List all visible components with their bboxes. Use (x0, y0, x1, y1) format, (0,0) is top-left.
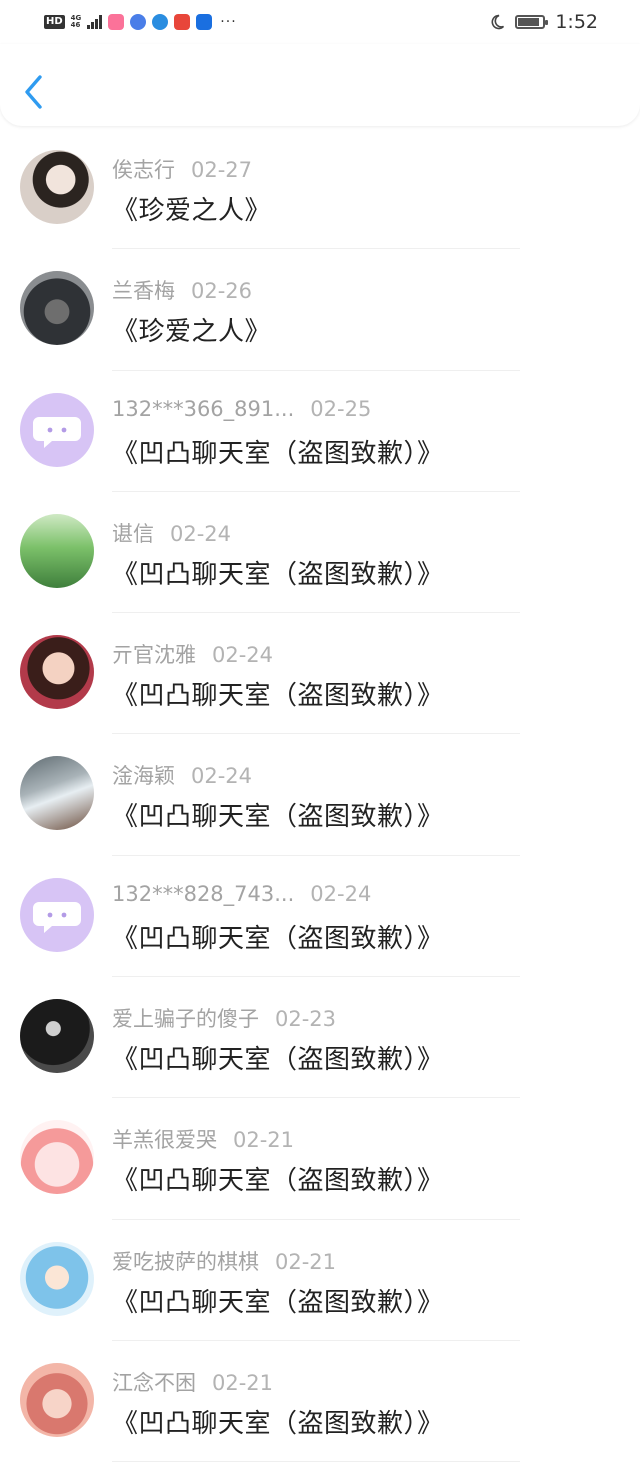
item-title: 《凹凸聊天室（盗图致歉）》 (112, 1408, 444, 1439)
list-item-3[interactable]: 132***366_891... 02-25 《凹凸聊天室（盗图致歉）》 (0, 371, 640, 492)
avatar[interactable] (20, 999, 94, 1074)
user-name: 俟志行 (112, 158, 175, 182)
item-meta: 亓官沈雅 02-24 (112, 639, 273, 669)
item-meta: 132***366_891... 02-25 (112, 397, 371, 421)
item-meta: 江念不困 02-21 (112, 1367, 273, 1397)
list-item-5[interactable]: 亓官沈雅 02-24 《凹凸聊天室（盗图致歉）》 (0, 613, 640, 735)
item-meta: 谌信 02-24 (112, 518, 231, 548)
avatar[interactable] (20, 756, 94, 831)
user-name: 爱上骗子的傻子 (112, 1007, 259, 1032)
item-date: 02-21 (233, 1128, 295, 1153)
status-time: 1:52 (555, 11, 598, 33)
avatar[interactable] (20, 1362, 94, 1437)
item-meta: 俟志行 02-27 (112, 154, 252, 184)
item-date: 02-24 (310, 881, 372, 906)
user-name: 兰香梅 (112, 279, 175, 304)
battery-icon (515, 15, 549, 29)
item-meta: 羊羔很爱哭 02-21 (112, 1124, 294, 1154)
list-item-2[interactable]: 兰香梅 02-26 《珍爱之人》 (0, 249, 640, 371)
user-name: 江念不困 (112, 1370, 196, 1395)
default-avatar-icon[interactable] (20, 877, 94, 952)
avatar[interactable] (20, 150, 94, 224)
item-date: 02-24 (212, 643, 274, 668)
status-bar-right: 1:52 (489, 11, 598, 33)
do-not-disturb-icon (491, 14, 505, 30)
list-item-1[interactable]: 俟志行 02-27 《珍爱之人》 (0, 128, 640, 250)
item-date: 02-25 (310, 396, 372, 421)
user-name: 谌信 (112, 521, 154, 546)
list-item-9[interactable]: 羊羔很爱哭 02-21 《凹凸聊天室（盗图致歉）》 (0, 1098, 640, 1220)
list-item-11[interactable]: 江念不困 02-21 《凹凸聊天室（盗图致歉）》 (0, 1341, 640, 1462)
item-date: 02-23 (275, 1007, 337, 1032)
item-meta: 爱上骗子的傻子 02-23 (112, 1003, 336, 1033)
list-item-6[interactable]: 淦海颖 02-24 《凹凸聊天室（盗图致歉）》 (0, 734, 640, 856)
item-date: 02-24 (170, 521, 232, 546)
chevron-left-icon[interactable] (20, 72, 50, 112)
list-item-10[interactable]: 爱吃披萨的棋棋 02-21 《凹凸聊天室（盗图致歉）》 (0, 1220, 640, 1341)
avatar[interactable] (20, 635, 94, 710)
music-app-icon (130, 14, 147, 30)
item-meta: 爱吃披萨的棋棋 02-21 (112, 1246, 336, 1276)
user-name: 亓官沈雅 (112, 643, 196, 668)
message-list: 俟志行 02-27 《珍爱之人》 兰香梅 02-26 《珍爱之人》 132***36… (0, 128, 640, 1462)
item-title: 《珍爱之人》 (112, 317, 272, 348)
item-date: 02-21 (275, 1249, 337, 1274)
more-notifications-icon: ··· (220, 14, 237, 30)
item-date: 02-27 (191, 158, 253, 182)
tips-app-icon (196, 14, 213, 30)
default-avatar-icon[interactable] (20, 392, 94, 467)
network-type: 4G 46 (71, 15, 82, 29)
item-date: 02-24 (191, 764, 253, 789)
item-title: 《凹凸聊天室（盗图致歉）》 (112, 681, 444, 712)
network-sub-label: 46 (70, 21, 81, 29)
list-item-7[interactable]: 132***828_743... 02-24 《凹凸聊天室（盗图致歉）》 (0, 856, 640, 978)
item-title: 《凹凸聊天室（盗图致歉）》 (112, 923, 444, 954)
bilibili-app-icon (108, 14, 125, 30)
item-date: 02-21 (212, 1370, 274, 1395)
item-title: 《凹凸聊天室（盗图致歉）》 (112, 1166, 444, 1197)
avatar[interactable] (20, 1241, 94, 1316)
user-name: 爱吃披萨的棋棋 (112, 1249, 259, 1274)
status-bar: HD 4G 46 ··· 1:52 (0, 0, 640, 44)
item-meta: 兰香梅 02-26 (112, 275, 252, 305)
avatar[interactable] (20, 271, 94, 346)
user-name: 132***828_743... (112, 881, 295, 906)
item-title: 《凹凸聊天室（盗图致歉）》 (112, 438, 444, 469)
user-name: 羊羔很爱哭 (112, 1128, 217, 1153)
item-title: 《凹凸聊天室（盗图致歉）》 (112, 559, 444, 590)
status-bar-left: HD 4G 46 ··· (44, 14, 237, 30)
signal-icon (87, 15, 103, 29)
user-name: 132***366_891... (112, 396, 295, 421)
list-item-8[interactable]: 爱上骗子的傻子 02-23 《凹凸聊天室（盗图致歉）》 (0, 977, 640, 1099)
item-meta: 淦海颖 02-24 (112, 760, 252, 790)
item-title: 《凹凸聊天室（盗图致歉）》 (112, 1287, 444, 1318)
item-title: 《凹凸聊天室（盗图致歉）》 (112, 802, 444, 833)
browser-app-icon (152, 14, 169, 30)
avatar[interactable] (20, 1120, 94, 1195)
user-name: 淦海颖 (112, 764, 175, 789)
item-date: 02-26 (191, 279, 253, 304)
hd-badge: HD (44, 15, 65, 29)
item-meta: 132***828_743... 02-24 (112, 882, 371, 906)
mall-app-icon (174, 14, 191, 30)
list-item-4[interactable]: 谌信 02-24 《凹凸聊天室（盗图致歉）》 (0, 492, 640, 614)
item-title: 《珍爱之人》 (112, 196, 272, 226)
item-title: 《凹凸聊天室（盗图致歉）》 (112, 1045, 444, 1076)
top-nav-bar (0, 44, 640, 126)
avatar[interactable] (20, 513, 94, 588)
